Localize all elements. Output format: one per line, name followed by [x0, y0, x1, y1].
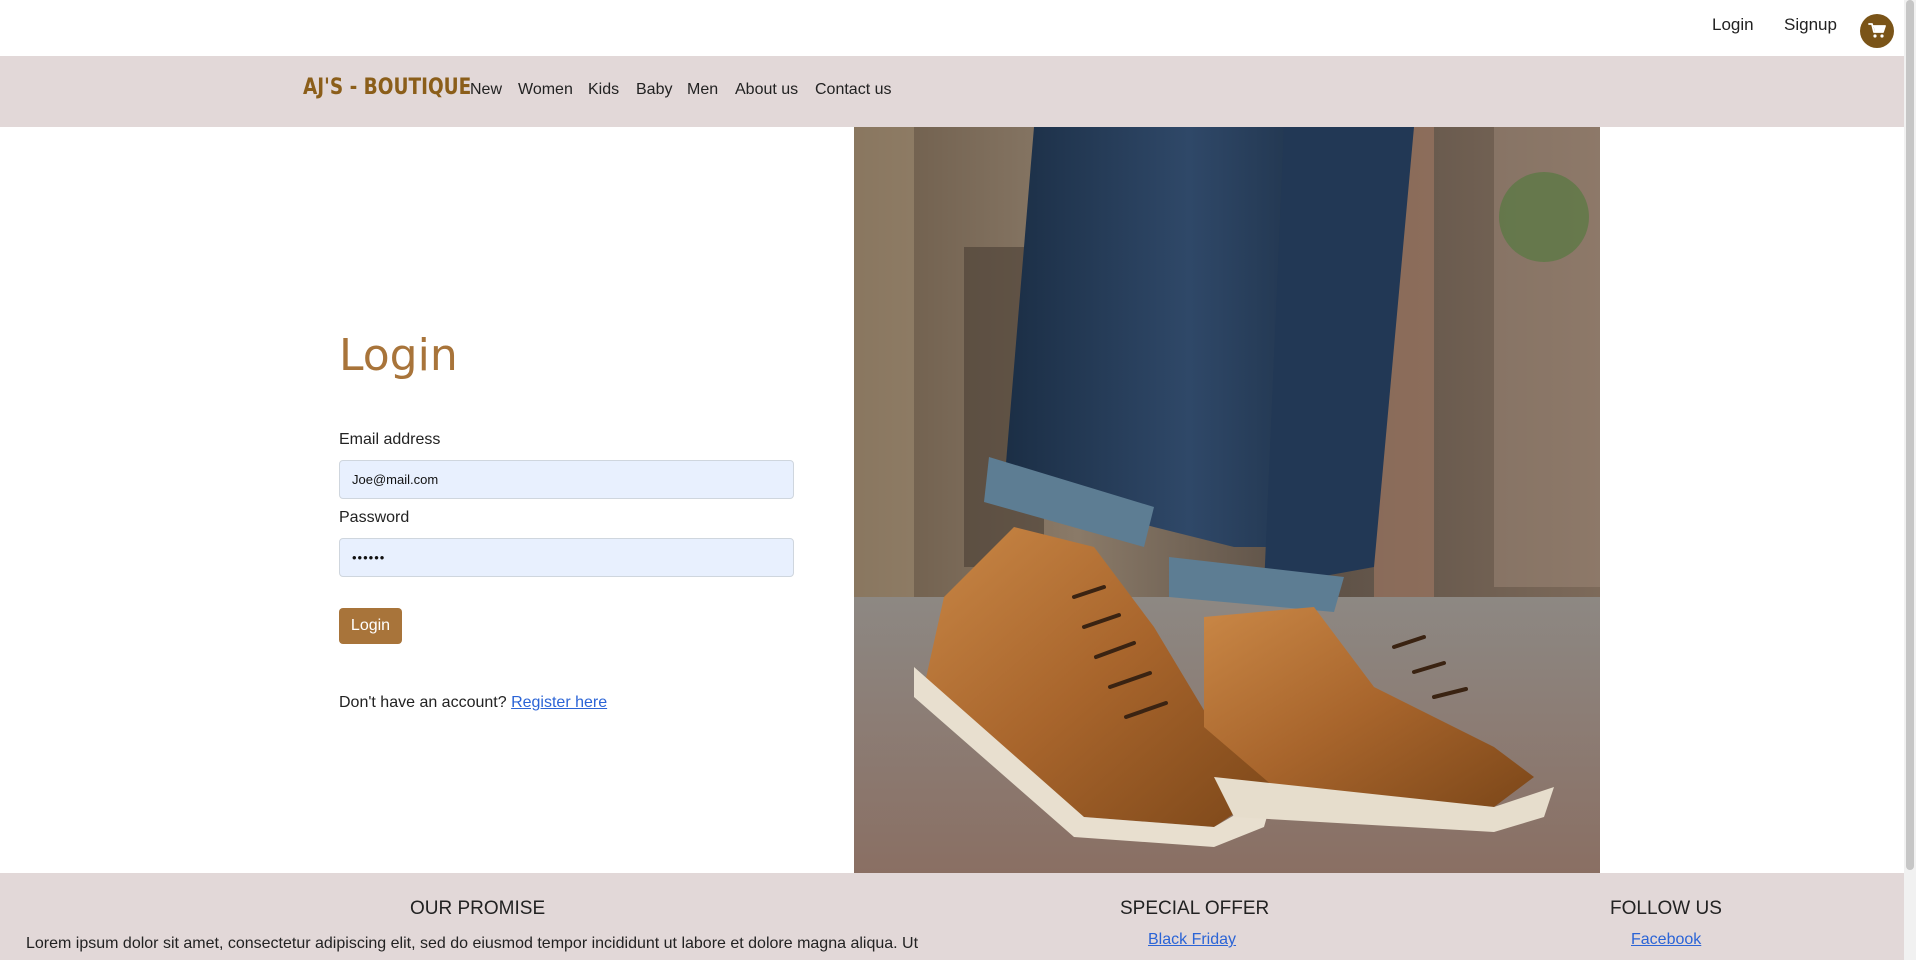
login-title: Login	[339, 330, 458, 381]
top-signup-link[interactable]: Signup	[1784, 15, 1837, 35]
footer-offer-heading: SPECIAL OFFER	[1120, 898, 1270, 919]
email-label: Email address	[339, 431, 441, 448]
sneaker-photo	[854, 127, 1600, 873]
nav-item-contact[interactable]: Contact us	[815, 81, 891, 99]
top-bar: Login Signup	[0, 0, 1904, 56]
nav-item-kids[interactable]: Kids	[588, 81, 619, 99]
footer-facebook-link[interactable]: Facebook	[1631, 931, 1701, 949]
nav-item-about[interactable]: About us	[735, 81, 798, 99]
password-field[interactable]: ••••••	[339, 538, 794, 577]
hero-image	[854, 127, 1600, 873]
footer-promise-heading: OUR PROMISE	[410, 898, 546, 919]
footer-offer-link[interactable]: Black Friday	[1148, 931, 1236, 949]
cart-button[interactable]	[1860, 14, 1894, 48]
nav-item-baby[interactable]: Baby	[636, 81, 672, 99]
register-prompt: Don't have an account? Register here	[339, 694, 607, 712]
nav-item-new[interactable]: New	[470, 81, 502, 99]
main-navbar: AJ'S - BOUTIQUE New Women Kids Baby Men …	[0, 56, 1904, 127]
footer-promise-text: Lorem ipsum dolor sit amet, consectetur …	[26, 935, 919, 952]
register-link[interactable]: Register here	[511, 694, 607, 711]
nav-item-women[interactable]: Women	[518, 81, 573, 99]
footer: OUR PROMISE Lorem ipsum dolor sit amet, …	[0, 873, 1904, 960]
top-login-link[interactable]: Login	[1712, 15, 1754, 35]
nav-item-men[interactable]: Men	[687, 81, 718, 99]
footer-follow-heading: FOLLOW US	[1610, 898, 1722, 919]
scrollbar-thumb[interactable]	[1906, 0, 1914, 870]
login-submit-button[interactable]: Login	[339, 608, 402, 644]
register-prompt-text: Don't have an account?	[339, 694, 507, 711]
password-label: Password	[339, 509, 410, 526]
email-field[interactable]: Joe@mail.com	[339, 460, 794, 499]
cart-icon	[1868, 23, 1886, 38]
brand-logo[interactable]: AJ'S - BOUTIQUE	[303, 75, 471, 100]
